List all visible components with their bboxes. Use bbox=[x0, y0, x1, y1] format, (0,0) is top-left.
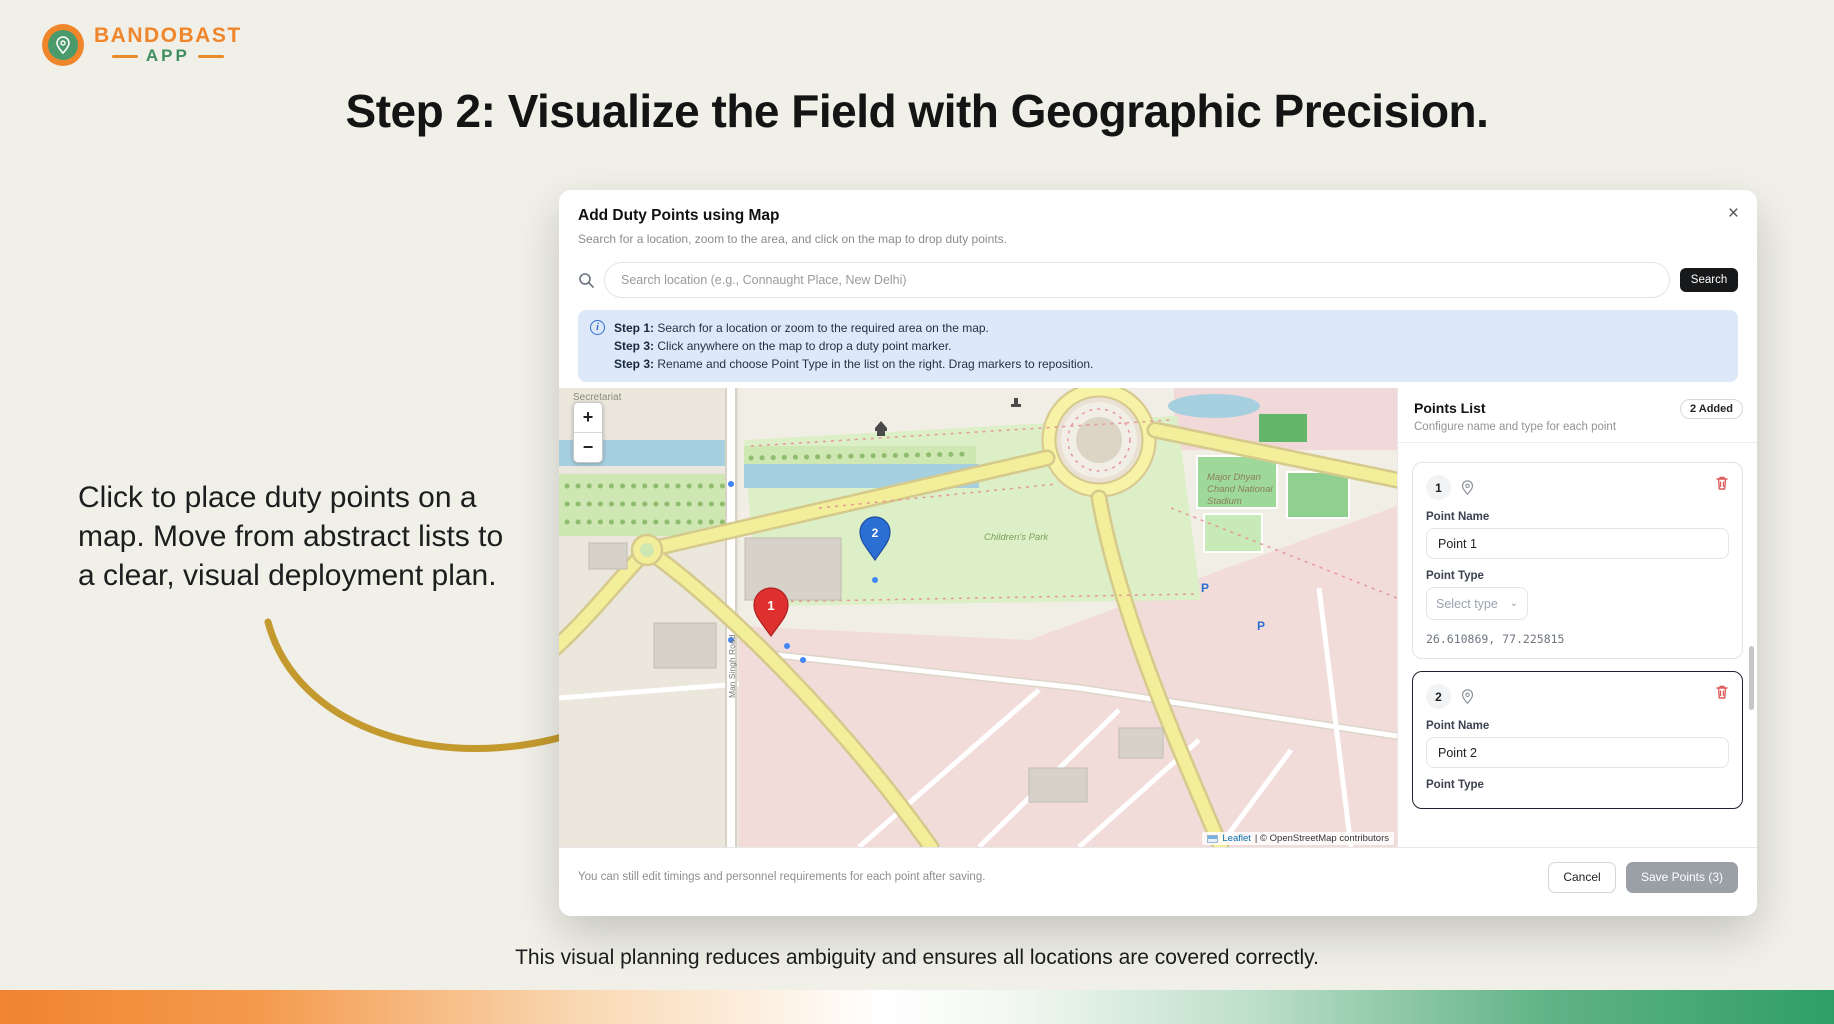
map-label-stadium-1: Major Dhyan bbox=[1207, 472, 1261, 483]
instructions-box: i Step 1: Search for a location or zoom … bbox=[578, 310, 1738, 382]
info-icon: i bbox=[590, 320, 605, 335]
modal-subtitle: Search for a location, zoom to the area,… bbox=[578, 232, 1737, 246]
point-type-label: Point Type bbox=[1426, 570, 1729, 582]
delete-point-icon[interactable] bbox=[1714, 684, 1730, 700]
map-label-road: Man Singh Road bbox=[727, 634, 737, 698]
map-label-childrens-park: Children's Park bbox=[984, 532, 1049, 543]
search-input[interactable] bbox=[604, 262, 1670, 298]
dash-left bbox=[112, 55, 138, 58]
map-canvas[interactable]: Secretariat Children's Park Major Dhyan … bbox=[559, 388, 1397, 847]
point-card-2[interactable]: 2 Point Name Point Type bbox=[1412, 671, 1743, 809]
map-parking-icon-1: P bbox=[1201, 581, 1209, 595]
zoom-out-button[interactable]: − bbox=[574, 433, 602, 462]
map-attribution: Leaflet | © OpenStreetMap contributors bbox=[1202, 832, 1394, 845]
point-type-label: Point Type bbox=[1426, 779, 1729, 791]
search-button[interactable]: Search bbox=[1680, 268, 1738, 292]
point-card-1[interactable]: 1 Point Name Point Type Select type ⌄ 26… bbox=[1412, 462, 1743, 659]
svg-text:2: 2 bbox=[872, 526, 879, 540]
dash-right bbox=[198, 55, 224, 58]
leaflet-flag-icon bbox=[1207, 835, 1218, 843]
annotation-text: Click to place duty points on a map. Mov… bbox=[78, 478, 523, 595]
bottom-caption: This visual planning reduces ambiguity a… bbox=[0, 946, 1834, 970]
brand-sub: APP bbox=[94, 47, 242, 65]
map-tiles: Secretariat Children's Park Major Dhyan … bbox=[559, 388, 1397, 847]
step-line-2: Step 3: Click anywhere on the map to dro… bbox=[614, 337, 1093, 355]
modal-header: Add Duty Points using Map Search for a l… bbox=[559, 190, 1757, 256]
brand-logo: BANDOBAST APP bbox=[42, 24, 242, 66]
search-icon bbox=[578, 272, 594, 288]
search-row: Search bbox=[559, 256, 1757, 308]
svg-text:1: 1 bbox=[767, 598, 774, 613]
point-name-label: Point Name bbox=[1426, 511, 1729, 523]
point-type-select[interactable]: Select type ⌄ bbox=[1426, 587, 1528, 620]
brand-name: BANDOBAST bbox=[94, 25, 242, 47]
page-title: Step 2: Visualize the Field with Geograp… bbox=[0, 84, 1834, 138]
save-points-button[interactable]: Save Points (3) bbox=[1626, 862, 1738, 893]
map-parking-icon-2: P bbox=[1257, 619, 1265, 633]
chevron-down-icon: ⌄ bbox=[1510, 598, 1518, 609]
point-name-input[interactable] bbox=[1426, 528, 1729, 559]
zoom-in-button[interactable]: + bbox=[574, 403, 602, 432]
points-added-badge: 2 Added bbox=[1680, 399, 1743, 419]
cancel-button[interactable]: Cancel bbox=[1548, 862, 1616, 893]
tricolor-bar bbox=[0, 990, 1834, 1024]
footer-note: You can still edit timings and personnel… bbox=[578, 871, 1548, 883]
map-zoom-control: + − bbox=[573, 402, 603, 463]
logo-pin-icon bbox=[42, 24, 84, 66]
point-name-label: Point Name bbox=[1426, 720, 1729, 732]
step-line-3: Step 3: Rename and choose Point Type in … bbox=[614, 355, 1093, 373]
close-icon[interactable]: × bbox=[1728, 204, 1739, 223]
point-index-badge: 2 bbox=[1426, 684, 1451, 709]
step-line-1: Step 1: Search for a location or zoom to… bbox=[614, 319, 1093, 337]
pin-icon bbox=[1460, 689, 1475, 704]
modal-title: Add Duty Points using Map bbox=[578, 207, 1737, 225]
points-scroll-area[interactable]: 1 Point Name Point Type Select type ⌄ 26… bbox=[1398, 450, 1757, 847]
add-duty-points-modal: Add Duty Points using Map Search for a l… bbox=[559, 190, 1757, 916]
point-name-input[interactable] bbox=[1426, 737, 1729, 768]
point-index-badge: 1 bbox=[1426, 475, 1451, 500]
point-coordinates: 26.610869, 77.225815 bbox=[1426, 632, 1729, 646]
leaflet-link[interactable]: Leaflet bbox=[1222, 833, 1251, 844]
map-label-stadium-2: Chand National bbox=[1207, 484, 1273, 495]
delete-point-icon[interactable] bbox=[1714, 475, 1730, 491]
points-list-panel: Points List 2 Added Configure name and t… bbox=[1397, 388, 1757, 847]
pin-icon bbox=[1460, 480, 1475, 495]
map-label-stadium-3: Stadium bbox=[1207, 496, 1242, 507]
points-list-subtitle: Configure name and type for each point bbox=[1414, 421, 1741, 433]
panel-scrollbar[interactable] bbox=[1749, 646, 1754, 710]
modal-footer: You can still edit timings and personnel… bbox=[559, 847, 1757, 906]
